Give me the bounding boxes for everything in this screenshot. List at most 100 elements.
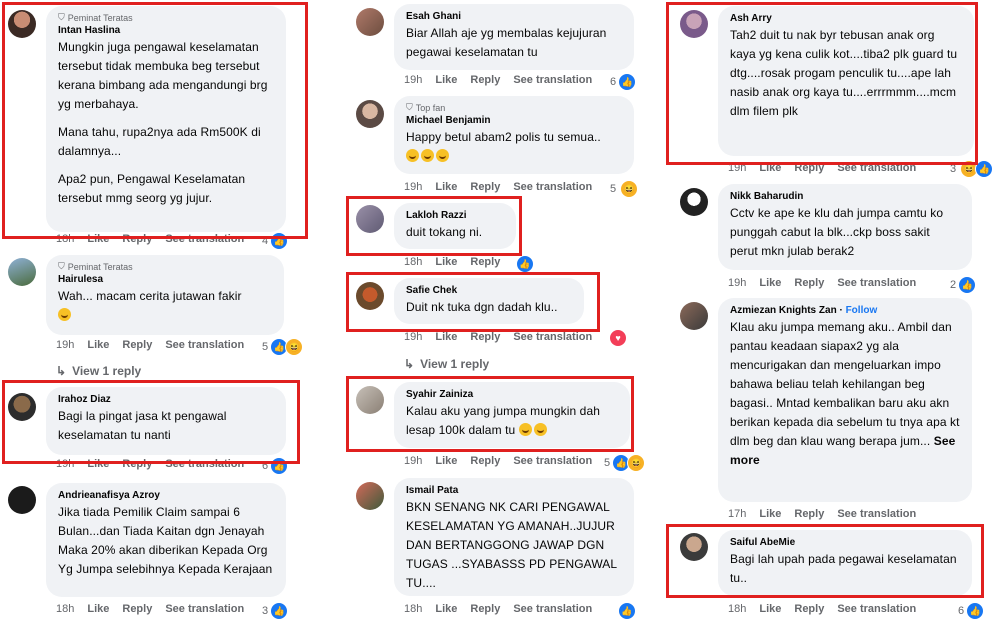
reaction-count[interactable]: 6 👍	[262, 457, 289, 475]
reply-button[interactable]: Reply	[470, 603, 500, 615]
see-translation-link[interactable]: See translation	[165, 603, 244, 615]
view-replies-link[interactable]: ↳ View 1 reply	[56, 364, 141, 378]
follow-button[interactable]: Follow	[846, 305, 878, 316]
like-button[interactable]: Like	[759, 277, 781, 289]
reaction-count[interactable]: ♥	[610, 330, 626, 346]
see-translation-link[interactable]: See translation	[513, 455, 592, 467]
reply-button[interactable]: Reply	[122, 233, 152, 245]
see-translation-link[interactable]: See translation	[165, 233, 244, 245]
reply-button[interactable]: Reply	[794, 162, 824, 174]
reaction-count[interactable]: 2 👍	[950, 276, 977, 294]
timestamp[interactable]: 18h	[56, 603, 74, 615]
comment-author[interactable]: Michael Benjamin	[406, 114, 622, 128]
avatar[interactable]	[356, 386, 384, 414]
reply-button[interactable]: Reply	[122, 458, 152, 470]
timestamp[interactable]: 19h	[404, 455, 422, 467]
avatar[interactable]	[8, 486, 36, 514]
reaction-count[interactable]: 3 👍	[262, 602, 289, 620]
avatar[interactable]	[356, 8, 384, 36]
avatar[interactable]	[8, 393, 36, 421]
avatar[interactable]	[8, 10, 36, 38]
avatar[interactable]	[680, 533, 708, 561]
see-translation-link[interactable]: See translation	[513, 181, 592, 193]
like-button[interactable]: Like	[435, 74, 457, 86]
comment-author[interactable]: Esah Ghani	[406, 10, 622, 24]
like-button[interactable]: Like	[435, 455, 457, 467]
timestamp[interactable]: 19h	[404, 181, 422, 193]
like-button[interactable]: Like	[87, 233, 109, 245]
timestamp[interactable]: 18h	[404, 256, 422, 268]
see-translation-link[interactable]: See translation	[837, 603, 916, 615]
like-button[interactable]: Like	[87, 339, 109, 351]
reply-button[interactable]: Reply	[122, 339, 152, 351]
reply-button[interactable]: Reply	[470, 256, 500, 268]
like-button[interactable]: Like	[435, 331, 457, 343]
reply-button[interactable]: Reply	[794, 603, 824, 615]
comment-author[interactable]: Safie Chek	[406, 284, 572, 298]
reply-button[interactable]: Reply	[470, 455, 500, 467]
timestamp[interactable]: 19h	[56, 458, 74, 470]
like-button[interactable]: Like	[759, 162, 781, 174]
like-button[interactable]: Like	[87, 603, 109, 615]
timestamp[interactable]: 19h	[728, 162, 746, 174]
like-button[interactable]: Like	[435, 256, 457, 268]
avatar[interactable]	[8, 258, 36, 286]
see-translation-link[interactable]: See translation	[513, 74, 592, 86]
comment-author[interactable]: Saiful AbeMie	[730, 536, 960, 550]
reply-button[interactable]: Reply	[794, 508, 824, 520]
comment-author[interactable]: Ismail Pata	[406, 484, 622, 498]
see-translation-link[interactable]: See translation	[513, 331, 592, 343]
avatar[interactable]	[680, 188, 708, 216]
like-button[interactable]: Like	[435, 181, 457, 193]
see-translation-link[interactable]: See translation	[837, 162, 916, 174]
see-translation-link[interactable]: See translation	[837, 277, 916, 289]
avatar[interactable]	[356, 205, 384, 233]
reaction-count[interactable]: 6 👍	[958, 602, 985, 620]
see-translation-link[interactable]: See translation	[165, 458, 244, 470]
comment-author[interactable]: Azmiezan Knights Zan · Follow	[730, 304, 960, 318]
reaction-count[interactable]: 4 👍	[262, 232, 289, 250]
comment-author[interactable]: Irahoz Diaz	[58, 393, 274, 407]
timestamp[interactable]: 18h	[728, 603, 746, 615]
reaction-count[interactable]: 6 👍	[610, 73, 637, 91]
see-translation-link[interactable]: See translation	[513, 603, 592, 615]
view-replies-link[interactable]: ↳ View 1 reply	[404, 357, 489, 371]
timestamp[interactable]: 19h	[404, 74, 422, 86]
avatar[interactable]	[356, 482, 384, 510]
comment-author[interactable]: Ash Arry	[730, 12, 962, 26]
timestamp[interactable]: 19h	[56, 339, 74, 351]
like-button[interactable]: Like	[759, 508, 781, 520]
timestamp[interactable]: 18h	[404, 603, 422, 615]
comment-author[interactable]: Nikk Baharudin	[730, 190, 960, 204]
see-translation-link[interactable]: See translation	[837, 508, 916, 520]
reaction-count[interactable]: 👍	[618, 602, 636, 620]
like-button[interactable]: Like	[435, 603, 457, 615]
reaction-count[interactable]: 5 👍 😆	[262, 338, 304, 356]
avatar[interactable]	[356, 100, 384, 128]
avatar[interactable]	[680, 302, 708, 330]
comment-author[interactable]: Intan Haslina	[58, 24, 274, 38]
comment-author[interactable]: Hairulesa	[58, 273, 272, 287]
reply-button[interactable]: Reply	[470, 331, 500, 343]
reply-button[interactable]: Reply	[470, 74, 500, 86]
reaction-count[interactable]: 5 👍 😆	[604, 454, 646, 472]
reply-button[interactable]: Reply	[470, 181, 500, 193]
like-button[interactable]: Like	[759, 603, 781, 615]
timestamp[interactable]: 18h	[56, 233, 74, 245]
reaction-count[interactable]: 👍	[516, 255, 534, 273]
comment-author[interactable]: Andrieanafisya Azroy	[58, 489, 274, 503]
like-button[interactable]: Like	[87, 458, 109, 470]
reply-button[interactable]: Reply	[794, 277, 824, 289]
reply-button[interactable]: Reply	[122, 603, 152, 615]
avatar[interactable]	[680, 10, 708, 38]
comment-column-2: Esah Ghani Biar Allah aje yg membalas ke…	[346, 0, 648, 623]
comment-author[interactable]: Lakloh Razzi	[406, 209, 504, 223]
see-translation-link[interactable]: See translation	[165, 339, 244, 351]
timestamp[interactable]: 19h	[404, 331, 422, 343]
timestamp[interactable]: 17h	[728, 508, 746, 520]
reaction-count[interactable]: 5 😆	[610, 180, 639, 198]
reaction-count[interactable]: 3 😆 👍	[950, 160, 994, 178]
timestamp[interactable]: 19h	[728, 277, 746, 289]
avatar[interactable]	[356, 282, 384, 310]
comment-author[interactable]: Syahir Zainiza	[406, 388, 618, 402]
